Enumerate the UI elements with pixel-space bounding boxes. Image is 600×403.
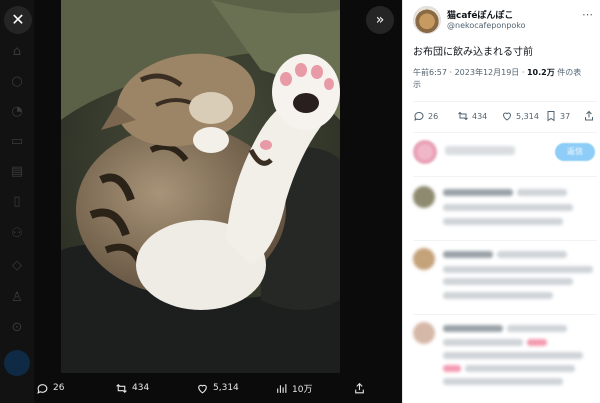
comment-item[interactable]: [413, 248, 597, 310]
tweet-stats: 26 434 5,314 37: [413, 110, 599, 124]
views-count: 10万: [292, 384, 313, 395]
sleeping-cat-image: [61, 0, 340, 373]
bookmarks-icon[interactable]: ▯: [9, 194, 25, 210]
like-count: 5,314: [213, 383, 239, 393]
avatar: [413, 248, 435, 270]
reply-button[interactable]: 返信: [555, 143, 595, 161]
tweet-views-suffix: 件の表: [554, 68, 582, 77]
media-actions-bar: 26 434 5,314 10万: [0, 373, 402, 403]
reply-input[interactable]: [445, 146, 515, 155]
share-icon: [585, 110, 593, 121]
retweet-action[interactable]: 434: [115, 382, 149, 395]
tweet-views-count: 10.2万: [526, 68, 555, 77]
tweet-meta: 午前6:57 · 2023年12月19日 · 10.2万 件の表 示: [413, 67, 593, 91]
home-icon[interactable]: ⌂: [9, 44, 25, 60]
collapse-panel-button[interactable]: »: [366, 6, 394, 34]
author-name[interactable]: 猫caféぽんぽこ: [447, 8, 513, 21]
stat-likes-count: 5,314: [516, 111, 539, 121]
close-icon: ✕: [11, 10, 25, 29]
communities-icon[interactable]: ⚇: [9, 226, 25, 242]
media-viewer: ⌂ ○ ◔ ▭ ▤ ▯ ⚇ ◇ ♙ ⊙ ✕ » 26 434 5,314 10万: [0, 0, 402, 403]
tweet-photo[interactable]: [61, 0, 340, 373]
search-icon[interactable]: ○: [9, 74, 25, 90]
more-options-icon[interactable]: ⋯: [582, 8, 593, 21]
avatar: [413, 186, 435, 208]
stat-replies-count: 26: [428, 111, 439, 121]
retweet-icon: [458, 111, 468, 121]
stat-retweets[interactable]: 434: [457, 110, 487, 122]
stat-likes[interactable]: 5,314: [501, 110, 539, 122]
views-icon: [277, 383, 287, 393]
messages-icon[interactable]: ▭: [9, 134, 25, 150]
avatar: [413, 322, 435, 344]
reply-icon: [414, 111, 424, 121]
notifications-icon[interactable]: ◔: [9, 104, 25, 120]
premium-icon[interactable]: ◇: [9, 258, 25, 274]
avatar: [413, 140, 437, 164]
divider: [413, 314, 597, 315]
stat-bookmarks-count: 37: [560, 111, 571, 121]
comment-item[interactable]: [413, 186, 597, 236]
reply-icon: [37, 383, 48, 394]
lists-icon[interactable]: ▤: [9, 164, 25, 180]
retweet-count: 434: [132, 383, 150, 393]
like-action[interactable]: 5,314: [196, 382, 239, 395]
tweet-time[interactable]: 午前6:57 · 2023年12月19日 ·: [413, 68, 527, 77]
profile-icon[interactable]: ♙: [9, 290, 25, 306]
share-icon: [355, 382, 364, 393]
stat-bookmarks[interactable]: 37: [545, 110, 570, 122]
views-action[interactable]: 10万: [275, 382, 312, 395]
stat-replies[interactable]: 26: [413, 110, 438, 122]
tweet-media-viewer: ⌂ ○ ◔ ▭ ▤ ▯ ⚇ ◇ ♙ ⊙ ✕ » 26 434 5,314 10万…: [0, 0, 600, 403]
tweet-header: 猫caféぽんぽこ @nekocafeponpoko ⋯: [413, 6, 593, 36]
reply-count: 26: [53, 383, 65, 393]
bookmark-icon: [547, 111, 555, 122]
comment-item[interactable]: [413, 322, 597, 392]
heart-icon: [502, 112, 512, 121]
side-nav-rail: ⌂ ○ ◔ ▭ ▤ ▯ ⚇ ◇ ♙ ⊙: [0, 0, 34, 403]
more-icon[interactable]: ⊙: [9, 320, 25, 336]
divider: [413, 240, 597, 241]
heart-icon: [198, 384, 207, 393]
avatar[interactable]: [413, 6, 441, 34]
reply-action[interactable]: 26: [36, 382, 64, 395]
reply-composer: 返信: [413, 140, 597, 166]
chevron-double-right-icon: »: [375, 12, 385, 28]
stat-retweets-count: 434: [472, 111, 488, 121]
retweet-icon: [116, 383, 127, 393]
tweet-text: お布団に飲み込まれる寸前: [413, 47, 533, 58]
divider: [413, 176, 597, 177]
share-action[interactable]: [353, 382, 366, 395]
author-handle[interactable]: @nekocafeponpoko: [447, 21, 526, 30]
close-button[interactable]: ✕: [4, 6, 32, 34]
divider: [413, 132, 597, 133]
tweet-detail-pane: 猫caféぽんぽこ @nekocafeponpoko ⋯ お布団に飲み込まれる寸…: [402, 0, 600, 403]
tweet-views-suffix-2: 示: [413, 80, 421, 89]
divider: [413, 101, 597, 102]
stat-share[interactable]: [583, 110, 595, 122]
